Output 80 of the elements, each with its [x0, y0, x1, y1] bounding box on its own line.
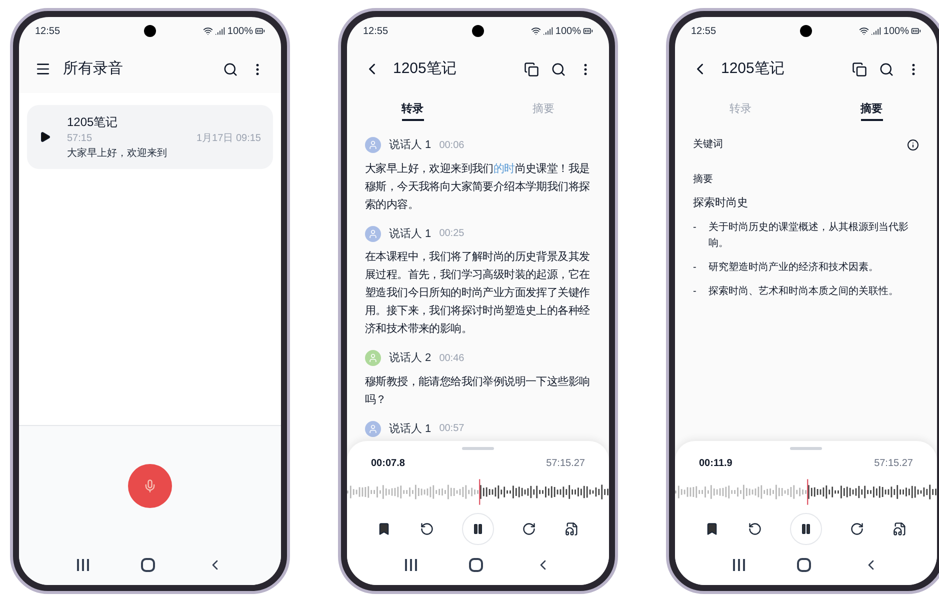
file-audio-icon[interactable]	[564, 522, 579, 536]
elapsed-time: 00:07.8	[371, 457, 405, 471]
keywords-label: 关键词	[693, 138, 723, 152]
tab[interactable]: 摘要	[860, 100, 882, 122]
status-time: 12:55	[35, 24, 60, 38]
signal-icon	[215, 26, 226, 36]
info-icon[interactable]	[907, 138, 919, 150]
home-icon[interactable]	[797, 558, 811, 572]
screen-title: 所有录音	[63, 58, 124, 79]
speaker-name: 说话人 2	[389, 351, 432, 366]
battery-icon	[583, 26, 593, 36]
overlapping-squares-icon[interactable]	[852, 62, 867, 76]
file-audio-icon[interactable]	[892, 522, 907, 536]
pause-icon	[472, 523, 484, 535]
screen-title: 1205笔记	[393, 58, 458, 79]
forward-icon[interactable]	[522, 522, 536, 536]
rewind-icon[interactable]	[748, 522, 762, 536]
timestamp: 00:57	[439, 422, 464, 436]
speaker-name: 说话人 1	[389, 138, 432, 153]
summary-point: 研究塑造时尚产业的经济和技术因素。	[708, 260, 878, 274]
bullet-marker: -	[693, 220, 696, 234]
summary-point: 关于时尚历史的课堂概述，从其根源到当代影响。	[708, 220, 910, 250]
camera-hole	[472, 25, 484, 37]
rewind-icon[interactable]	[420, 522, 434, 536]
pause-icon	[800, 523, 812, 535]
search-icon[interactable]	[551, 62, 566, 76]
tab[interactable]: 转录	[402, 100, 424, 122]
record-button[interactable]	[128, 464, 172, 508]
recording-date: 1月17日 09:15	[196, 132, 261, 146]
screen-title: 1205笔记	[721, 58, 786, 79]
recording-item[interactable]: 1205笔记 57:15 1月17日 09:15 大家早上好，欢迎来到	[27, 105, 273, 169]
home-icon[interactable]	[141, 558, 155, 572]
battery-icon	[911, 26, 921, 36]
summary-point: 探索时尚、艺术和时尚本质之间的关联性。	[708, 284, 898, 298]
wifi-icon	[531, 26, 542, 36]
speaker-name: 说话人 1	[389, 422, 432, 436]
recent-apps-icon[interactable]	[733, 559, 745, 571]
total-duration: 57:15.27	[546, 457, 585, 471]
summary-label: 摘要	[693, 172, 714, 187]
speaker-name: 说话人 1	[389, 226, 432, 242]
status-time: 12:55	[691, 24, 716, 38]
recording-preview: 大家早上好，欢迎来到	[67, 146, 168, 161]
recording-title: 1205笔记	[67, 114, 119, 131]
bookmark-icon[interactable]	[705, 522, 720, 536]
battery-percent: 100%	[555, 24, 581, 38]
signal-icon	[543, 26, 554, 36]
timestamp: 00:06	[439, 138, 464, 153]
recent-apps-icon[interactable]	[405, 559, 417, 571]
pause-button[interactable]	[462, 513, 494, 545]
signal-icon	[871, 26, 882, 36]
summary-title: 探索时尚史	[693, 196, 749, 211]
timestamp: 00:46	[439, 352, 464, 366]
battery-icon	[255, 26, 265, 36]
bookmark-icon[interactable]	[377, 522, 392, 536]
bullet-marker: -	[693, 284, 696, 298]
camera-hole	[800, 25, 812, 37]
search-icon[interactable]	[879, 62, 894, 76]
recording-duration: 57:15	[67, 132, 92, 146]
overlapping-squares-icon[interactable]	[524, 62, 539, 76]
transcript-text: 大家早上好，欢迎来到我们的时尚史课堂！我是穆斯，今天我将向大家简要介绍本学期我们将探索的内容。	[365, 162, 591, 212]
wifi-icon	[859, 26, 870, 36]
status-time: 12:55	[363, 24, 388, 38]
search-icon[interactable]	[223, 62, 238, 76]
recent-apps-icon[interactable]	[77, 559, 89, 571]
wifi-icon	[203, 26, 214, 36]
camera-hole	[144, 25, 156, 37]
transcript-text: 穆斯教授，能请您给我们举例说明一下这些影响吗？	[365, 374, 591, 408]
menu-icon[interactable]	[35, 61, 51, 77]
home-icon[interactable]	[469, 558, 483, 572]
play-icon[interactable]	[39, 131, 51, 143]
bullet-marker: -	[693, 260, 696, 274]
pause-button[interactable]	[790, 513, 822, 545]
transcript-text: 在本课程中，我们将了解时尚的历史背景及其发展过程。首先，我们学习高级时装的起源，它在塑造我们今日所知的时尚产业方面发挥了关键作用。接下来，我们将探讨时尚塑造史上的各种经济和技术带来的影响。	[365, 250, 591, 337]
battery-percent: 100%	[883, 24, 909, 38]
total-duration: 57:15.27	[874, 457, 913, 471]
timestamp: 00:25	[439, 227, 464, 242]
mic-icon	[143, 478, 157, 492]
elapsed-time: 00:11.9	[699, 457, 732, 471]
forward-icon[interactable]	[850, 522, 864, 536]
battery-percent: 100%	[227, 24, 253, 38]
